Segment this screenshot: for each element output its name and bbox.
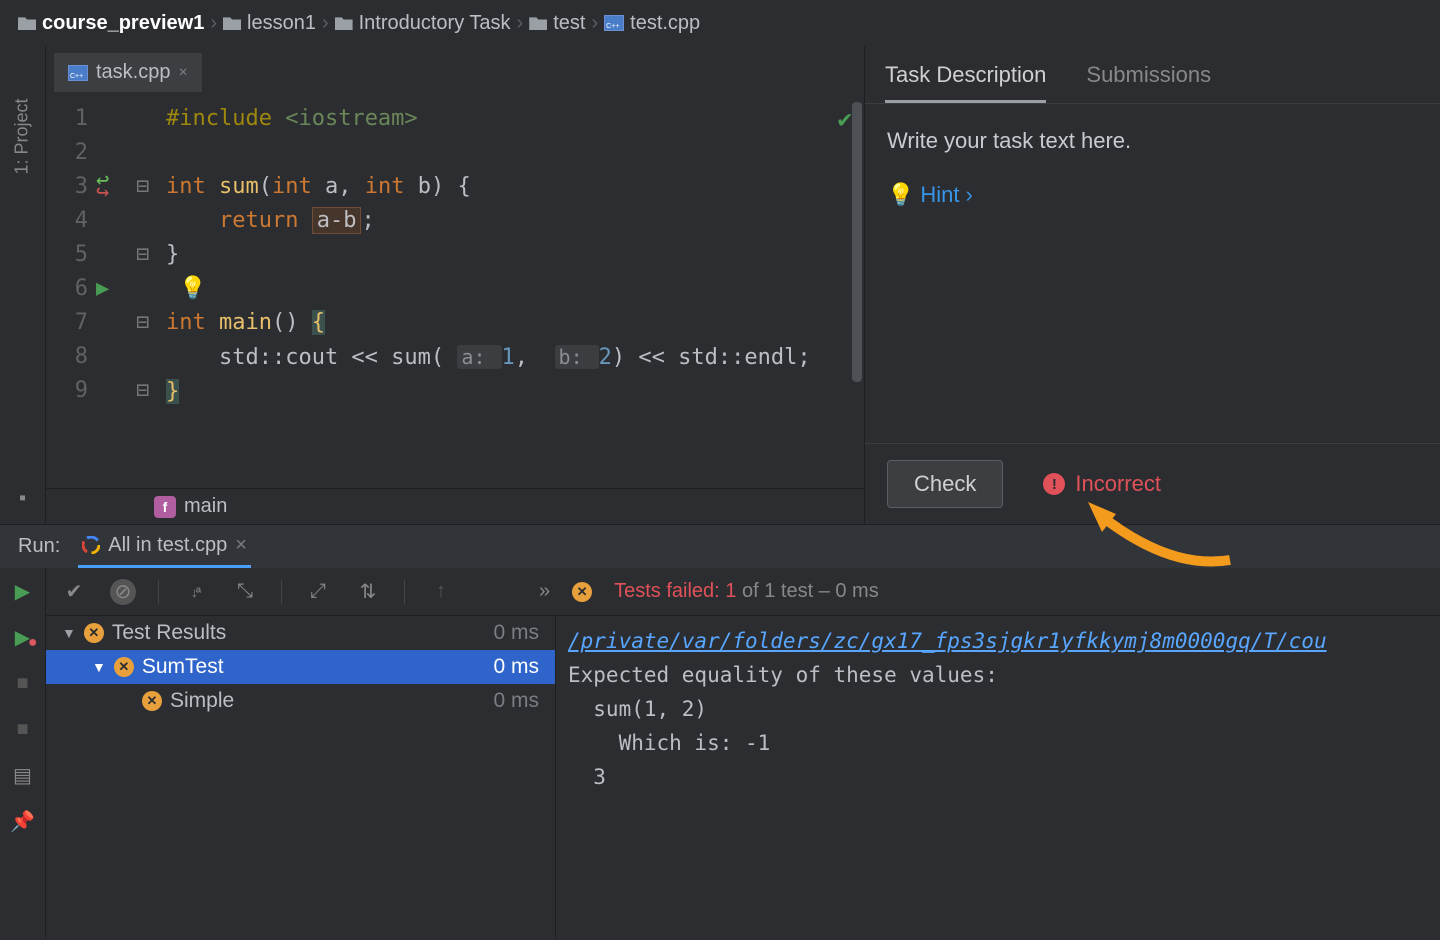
breadcrumb-label: Introductory Task <box>359 12 511 35</box>
hint-toggle[interactable]: 💡 Hint › <box>887 182 1418 208</box>
task-panel: Task Description Submissions Write your … <box>864 46 1440 524</box>
folder-icon <box>335 16 353 30</box>
code-editor[interactable]: 1 2 3 4 5 6 7 8 9 ↩ ↪ ▶ <box>46 92 864 488</box>
test-toolbar: ✔ ⊘ ↓ª ⤡ ⤢ ⇅ ↑ » ✕ Tests failed: 1 of 1 … <box>46 568 1440 616</box>
editor-tabs: task.cpp × <box>46 46 864 92</box>
gutter-icons: ↩ ↪ ▶ <box>96 92 136 488</box>
chevron-right-icon: › <box>591 12 598 35</box>
status-label: Incorrect <box>1075 471 1161 497</box>
breadcrumb-label: lesson1 <box>247 12 316 35</box>
output-path-link[interactable]: /private/var/folders/zc/gx17_fps3sjgkr1y… <box>568 629 1327 653</box>
editor-scrollbar[interactable] <box>852 102 862 382</box>
test-tree[interactable]: ▼ ✕ Test Results 0 ms ▼ ✕ SumTest 0 ms <box>46 616 556 938</box>
intention-bulb-icon[interactable]: 💡 <box>179 276 206 301</box>
cpp-file-icon <box>604 15 624 31</box>
tab-filename: task.cpp <box>96 61 170 84</box>
check-row: Check ! Incorrect <box>865 443 1440 524</box>
run-config-tab[interactable]: All in test.cpp × <box>78 526 251 568</box>
code-content[interactable]: #include <iostream> int sum(int a, int b… <box>158 92 864 488</box>
cpp-file-icon <box>68 65 88 81</box>
tree-suite[interactable]: ▼ ✕ SumTest 0 ms <box>46 650 555 684</box>
tests-failed-count: 1 <box>725 580 736 602</box>
breadcrumb-label: course_preview1 <box>42 12 204 35</box>
up-button[interactable]: ↑ <box>427 580 455 603</box>
editor-column: task.cpp × 1 2 3 4 5 6 7 8 9 ↩ ↪ <box>46 46 864 524</box>
toggle-auto-test-button[interactable]: ■ <box>10 670 36 696</box>
tab-task-description[interactable]: Task Description <box>885 62 1046 103</box>
breadcrumb-label: test <box>553 12 585 35</box>
gtest-icon <box>82 536 100 554</box>
sort-button[interactable]: ↓ª <box>181 584 209 600</box>
breadcrumb-item[interactable]: lesson1 <box>223 12 316 35</box>
task-panel-tabs: Task Description Submissions <box>865 46 1440 104</box>
rerun-failed-button[interactable]: ▶● <box>10 624 36 650</box>
run-label: Run: <box>18 535 60 558</box>
test-output[interactable]: /private/var/folders/zc/gx17_fps3sjgkr1y… <box>556 616 1440 938</box>
left-tool-rail: 1: Project ▪ <box>0 46 46 524</box>
collapse-all-button[interactable]: ⤢ <box>304 580 332 603</box>
previous-button[interactable]: ⇅ <box>354 579 382 604</box>
breadcrumb-item[interactable]: test.cpp <box>604 12 700 35</box>
fail-icon: ✕ <box>114 657 134 677</box>
tests-summary-suffix: of 1 test – 0 ms <box>736 580 878 602</box>
folder-icon <box>223 16 241 30</box>
function-icon: f <box>154 496 176 518</box>
inspection-ok-icon[interactable]: ✔ <box>838 102 852 136</box>
chevron-right-icon: › <box>517 12 524 35</box>
check-button[interactable]: Check <box>887 460 1003 508</box>
error-icon: ! <box>1043 473 1065 495</box>
chevron-right-icon: › <box>322 12 329 35</box>
breadcrumb-label: test.cpp <box>630 12 700 35</box>
rerun-button[interactable]: ▶ <box>10 578 36 604</box>
task-text: Write your task text here. <box>887 128 1418 154</box>
run-tool-bar: Run: All in test.cpp × <box>0 524 1440 568</box>
show-ignored-button[interactable]: ⊘ <box>110 579 136 605</box>
expand-icon[interactable]: ▼ <box>62 625 76 641</box>
close-icon[interactable]: × <box>235 534 247 557</box>
run-config-label: All in test.cpp <box>108 534 227 557</box>
chevron-right-icon: › <box>210 12 217 35</box>
project-tool-button[interactable]: 1: Project <box>12 98 33 174</box>
expand-all-button[interactable]: ⤡ <box>231 580 259 603</box>
tree-case[interactable]: ✕ Simple 0 ms <box>46 684 555 718</box>
folder-icon <box>18 16 36 30</box>
editor-tab[interactable]: task.cpp × <box>54 52 202 92</box>
close-icon[interactable]: × <box>178 64 187 82</box>
folder-icon[interactable]: ▪ <box>19 487 26 510</box>
line-numbers: 1 2 3 4 5 6 7 8 9 <box>46 92 96 488</box>
function-crumb: main <box>184 495 227 518</box>
breadcrumb-bar: course_preview1 › lesson1 › Introductory… <box>0 0 1440 46</box>
breadcrumb-item[interactable]: Introductory Task <box>335 12 511 35</box>
run-gutter-icon[interactable]: ▶ <box>96 272 136 306</box>
stop-button[interactable]: ■ <box>10 716 36 742</box>
test-panel: ▶ ▶● ■ ■ ▤ 📌 ✔ ⊘ ↓ª ⤡ ⤢ ⇅ ↑ » ✕ Tests fa… <box>0 568 1440 938</box>
check-status: ! Incorrect <box>1043 471 1161 497</box>
chevron-right-icon: › <box>966 182 973 208</box>
bulb-icon: 💡 <box>887 182 914 208</box>
task-body: Write your task text here. 💡 Hint › <box>865 104 1440 443</box>
fold-gutter: ⊟ ⊟ ⊟ ⊟ <box>136 92 158 488</box>
editor-breadcrumb[interactable]: f main <box>46 488 864 524</box>
chevron-icon: » <box>539 580 550 603</box>
breadcrumb-item[interactable]: test <box>529 12 585 35</box>
tests-failed-prefix: Tests failed: <box>614 580 725 602</box>
pin-button[interactable]: 📌 <box>10 808 36 834</box>
fail-icon: ✕ <box>84 623 104 643</box>
expand-icon[interactable]: ▼ <box>92 659 106 675</box>
fail-icon: ✕ <box>572 582 592 602</box>
tree-root[interactable]: ▼ ✕ Test Results 0 ms <box>46 616 555 650</box>
tab-submissions[interactable]: Submissions <box>1086 62 1211 103</box>
folder-icon <box>529 16 547 30</box>
layout-button[interactable]: ▤ <box>10 762 36 788</box>
test-tool-rail: ▶ ▶● ■ ■ ▤ 📌 <box>0 568 46 938</box>
breadcrumb-item[interactable]: course_preview1 <box>18 12 204 35</box>
fail-icon: ✕ <box>142 691 162 711</box>
show-passed-button[interactable]: ✔ <box>60 579 88 604</box>
